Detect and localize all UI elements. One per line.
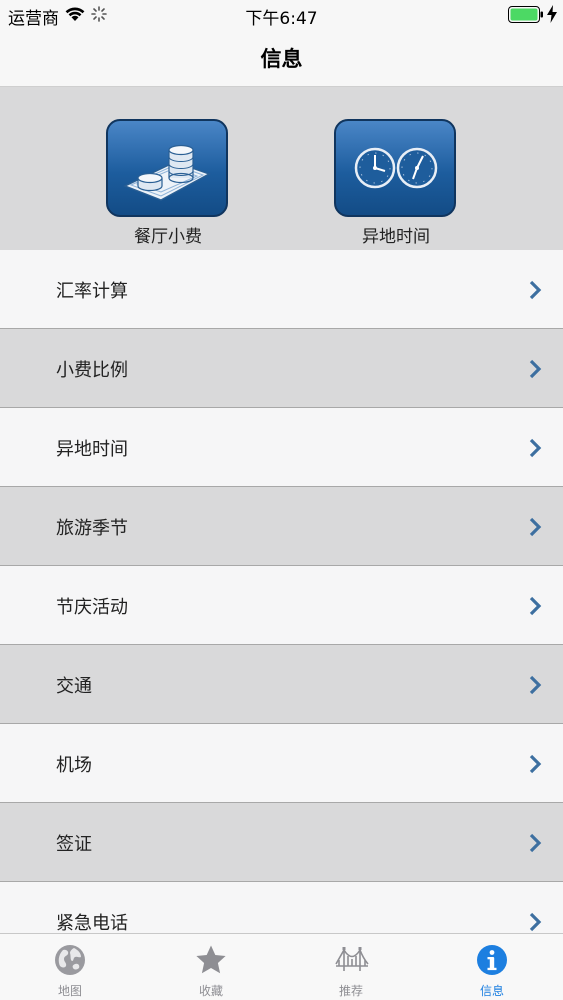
list-item-label: 小费比例	[56, 360, 128, 381]
tab-map[interactable]: 地图	[0, 934, 140, 1000]
chevron-right-icon	[529, 438, 542, 458]
list-item-label: 交通	[56, 676, 92, 697]
chevron-right-icon	[529, 912, 542, 932]
list-item-festivals[interactable]: 节庆活动	[0, 566, 563, 645]
tab-label: 推荐	[338, 984, 363, 998]
bridge-icon	[335, 947, 369, 971]
list-item-label: 汇率计算	[56, 281, 128, 302]
list-item-airport[interactable]: 机场	[0, 724, 563, 803]
battery-icon	[508, 6, 543, 23]
list-item-label: 机场	[56, 755, 92, 776]
page-title: 信息	[260, 47, 303, 71]
list-item-local-time[interactable]: 异地时间	[0, 408, 563, 487]
chevron-right-icon	[529, 517, 542, 537]
list-item-label: 紧急电话	[56, 913, 128, 934]
charging-bolt-icon	[547, 5, 557, 23]
chevron-right-icon	[529, 280, 542, 300]
globe-icon	[55, 945, 85, 975]
list-item-label: 节庆活动	[56, 597, 128, 618]
list-item-travel-season[interactable]: 旅游季节	[0, 487, 563, 566]
tab-label: 收藏	[198, 984, 223, 998]
local-time-button[interactable]: 异地时间	[334, 119, 458, 249]
star-icon	[196, 945, 226, 974]
tab-bar: 地图 收藏 推荐 信息	[0, 933, 563, 1000]
restaurant-tip-button[interactable]: 餐厅小费	[106, 119, 230, 249]
chevron-right-icon	[529, 359, 542, 379]
chevron-right-icon	[529, 833, 542, 853]
dual-clock-icon	[334, 119, 456, 217]
info-icon	[477, 945, 507, 975]
chevron-right-icon	[529, 675, 542, 695]
status-time: 下午6:47	[245, 9, 318, 29]
list-item-tip-ratio[interactable]: 小费比例	[0, 329, 563, 408]
restaurant-tip-label: 餐厅小费	[134, 227, 202, 247]
tab-recommend[interactable]: 推荐	[281, 934, 421, 1000]
tab-label: 信息	[479, 984, 504, 998]
list-item-transport[interactable]: 交通	[0, 645, 563, 724]
feature-shortcuts: 餐厅小费 异地时间	[0, 87, 563, 250]
chevron-right-icon	[529, 754, 542, 774]
list-item-label: 异地时间	[56, 439, 128, 460]
list-item-exchange-rate[interactable]: 汇率计算	[0, 250, 563, 329]
tab-favorites[interactable]: 收藏	[141, 934, 281, 1000]
list-item-label: 签证	[56, 834, 92, 855]
info-list: 汇率计算 小费比例 异地时间 旅游季节 节庆活动 交通 机场 签证 紧急电话	[0, 250, 563, 961]
list-item-label: 旅游季节	[56, 518, 128, 539]
list-item-visa[interactable]: 签证	[0, 803, 563, 882]
tab-info[interactable]: 信息	[422, 934, 562, 1000]
coins-on-bills-icon	[106, 119, 228, 217]
local-time-label: 异地时间	[362, 227, 430, 247]
tab-label: 地图	[57, 984, 82, 998]
chevron-right-icon	[529, 596, 542, 616]
navigation-bar: 信息	[0, 30, 563, 87]
status-bar: 运营商 下午6:47	[0, 0, 563, 30]
